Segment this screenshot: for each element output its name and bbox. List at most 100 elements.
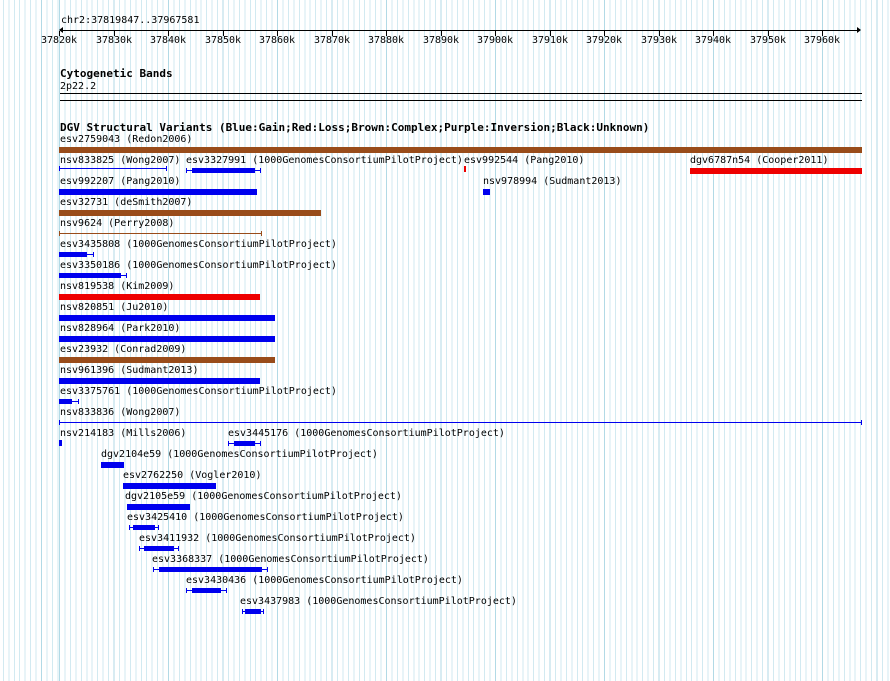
dgv-feature-end-cap xyxy=(59,166,60,171)
ruler-tick-label: 37860k xyxy=(258,35,296,46)
dgv-feature-bar[interactable] xyxy=(59,336,275,342)
dgv-feature-end-cap xyxy=(242,609,243,614)
dgv-feature-label[interactable]: esv23932 (Conrad2009) xyxy=(60,344,186,355)
dgv-feature-label[interactable]: esv3445176 (1000GenomesConsortiumPilotPr… xyxy=(228,428,505,439)
dgv-feature-label[interactable]: esv3437983 (1000GenomesConsortiumPilotPr… xyxy=(240,596,517,607)
dgv-feature-bar[interactable] xyxy=(59,357,275,363)
dgv-feature-bar[interactable] xyxy=(245,609,261,614)
dgv-feature-label[interactable]: nsv833836 (Wong2007) xyxy=(60,407,180,418)
dgv-feature-label[interactable]: nsv833825 (Wong2007) xyxy=(60,155,180,166)
dgv-feature-line[interactable] xyxy=(59,233,262,234)
dgv-feature-label[interactable]: nsv819538 (Kim2009) xyxy=(60,281,174,292)
cytoband-line-bottom xyxy=(60,100,862,101)
cytoband-track-title[interactable]: Cytogenetic Bands xyxy=(60,68,173,79)
ruler-tick-label: 37840k xyxy=(149,35,187,46)
dgv-feature-bar[interactable] xyxy=(59,273,121,278)
dgv-feature-bar[interactable] xyxy=(133,525,155,530)
dgv-feature-bar[interactable] xyxy=(192,588,221,593)
cytoband-label: 2p22.2 xyxy=(60,81,97,92)
dgv-feature-label[interactable]: esv3425410 (1000GenomesConsortiumPilotPr… xyxy=(127,512,404,523)
dgv-feature-end-cap xyxy=(260,168,261,173)
dgv-feature-end-cap xyxy=(59,231,60,236)
dgv-feature-end-cap xyxy=(261,231,262,236)
dgv-feature-label[interactable]: dgv2105e59 (1000GenomesConsortiumPilotPr… xyxy=(125,491,402,502)
ruler-tick-label: 37870k xyxy=(313,35,351,46)
dgv-feature-end-cap xyxy=(267,567,268,572)
dgv-feature-bar[interactable] xyxy=(59,252,87,257)
dgv-feature-end-cap xyxy=(226,588,227,593)
dgv-feature-label[interactable]: esv992207 (Pang2010) xyxy=(60,176,180,187)
dgv-feature-end-cap xyxy=(129,525,130,530)
dgv-feature-end-cap xyxy=(178,546,179,551)
dgv-feature-bar[interactable] xyxy=(159,567,262,572)
dgv-feature-bar[interactable] xyxy=(144,546,174,551)
dgv-feature-label[interactable]: esv3435808 (1000GenomesConsortiumPilotPr… xyxy=(60,239,337,250)
dgv-feature-line[interactable] xyxy=(59,422,862,423)
dgv-feature-label[interactable]: dgv6787n54 (Cooper2011) xyxy=(690,155,828,166)
ruler-tick-label: 37940k xyxy=(694,35,732,46)
dgv-feature-bar[interactable] xyxy=(127,504,190,510)
dgv-feature-label[interactable]: esv32731 (deSmith2007) xyxy=(60,197,192,208)
dgv-feature-end-cap xyxy=(166,166,167,171)
dgv-feature-end-cap xyxy=(228,441,229,446)
dgv-feature-bar[interactable] xyxy=(123,483,216,489)
dgv-feature-bar[interactable] xyxy=(234,441,255,446)
dgv-feature-end-cap xyxy=(153,567,154,572)
dgv-feature-bar[interactable] xyxy=(59,315,275,321)
dgv-feature-end-cap xyxy=(263,609,264,614)
dgv-feature-label[interactable]: nsv820851 (Ju2010) xyxy=(60,302,168,313)
dgv-feature-end-cap xyxy=(861,420,862,425)
cytoband-line-top xyxy=(60,93,862,94)
ruler-tick-label: 37920k xyxy=(585,35,623,46)
dgv-feature-label[interactable]: esv3327991 (1000GenomesConsortiumPilotPr… xyxy=(186,155,463,166)
dgv-feature-line[interactable] xyxy=(59,168,167,169)
genome-browser-panel: chr2:37819847..37967581 37820k 37830k 3784… xyxy=(0,0,890,681)
dgv-feature-end-cap xyxy=(186,588,187,593)
ruler-tick-label: 37820k xyxy=(40,35,78,46)
ruler-tick-label: 37890k xyxy=(422,35,460,46)
dgv-feature-bar[interactable] xyxy=(59,440,62,446)
dgv-feature-bar[interactable] xyxy=(464,166,466,172)
dgv-feature-end-cap xyxy=(260,441,261,446)
dgv-feature-end-cap xyxy=(78,399,79,404)
dgv-feature-end-cap xyxy=(59,420,60,425)
dgv-feature-end-cap xyxy=(93,252,94,257)
dgv-feature-bar[interactable] xyxy=(59,189,257,195)
ruler-tick-label: 37910k xyxy=(531,35,569,46)
dgv-feature-label[interactable]: esv3430436 (1000GenomesConsortiumPilotPr… xyxy=(186,575,463,586)
ruler-tick-label: 37930k xyxy=(640,35,678,46)
dgv-feature-label[interactable]: esv2762250 (Vogler2010) xyxy=(123,470,261,481)
dgv-feature-label[interactable]: esv3368337 (1000GenomesConsortiumPilotPr… xyxy=(152,554,429,565)
dgv-feature-label[interactable]: esv3375761 (1000GenomesConsortiumPilotPr… xyxy=(60,386,337,397)
position-label: chr2:37819847..37967581 xyxy=(61,15,200,26)
dgv-feature-end-cap xyxy=(186,168,187,173)
dgv-feature-bar[interactable] xyxy=(101,462,124,468)
dgv-feature-bar[interactable] xyxy=(483,189,490,195)
dgv-feature-label[interactable]: esv3411932 (1000GenomesConsortiumPilotPr… xyxy=(139,533,416,544)
dgv-feature-label[interactable]: esv3350186 (1000GenomesConsortiumPilotPr… xyxy=(60,260,337,271)
ruler-tick-label: 37950k xyxy=(749,35,787,46)
dgv-feature-bar[interactable] xyxy=(192,168,255,173)
dgv-feature-label[interactable]: esv992544 (Pang2010) xyxy=(464,155,584,166)
dgv-feature-label[interactable]: nsv978994 (Sudmant2013) xyxy=(483,176,621,187)
ruler-tick-label: 37850k xyxy=(204,35,242,46)
ruler-tick-label: 37900k xyxy=(476,35,514,46)
dgv-feature-bar[interactable] xyxy=(690,168,862,174)
dgv-feature-bar[interactable] xyxy=(59,147,862,153)
dgv-feature-label[interactable]: esv2759043 (Redon2006) xyxy=(60,134,192,145)
dgv-feature-label[interactable]: nsv961396 (Sudmant2013) xyxy=(60,365,198,376)
dgv-feature-label[interactable]: nsv214183 (Mills2006) xyxy=(60,428,186,439)
dgv-feature-label[interactable]: nsv828964 (Park2010) xyxy=(60,323,180,334)
dgv-feature-end-cap xyxy=(126,273,127,278)
dgv-feature-bar[interactable] xyxy=(59,294,260,300)
ruler-end-arrow-icon xyxy=(857,27,861,33)
dgv-feature-end-cap xyxy=(139,546,140,551)
ruler-line[interactable] xyxy=(60,30,860,31)
dgv-feature-bar[interactable] xyxy=(59,210,321,216)
dgv-feature-bar[interactable] xyxy=(59,378,260,384)
dgv-feature-label[interactable]: dgv2104e59 (1000GenomesConsortiumPilotPr… xyxy=(101,449,378,460)
dgv-feature-bar[interactable] xyxy=(59,399,72,404)
ruler-tick-label: 37960k xyxy=(803,35,841,46)
dgv-feature-label[interactable]: nsv9624 (Perry2008) xyxy=(60,218,174,229)
dgv-track-title[interactable]: DGV Structural Variants (Blue:Gain;Red:L… xyxy=(60,122,649,133)
